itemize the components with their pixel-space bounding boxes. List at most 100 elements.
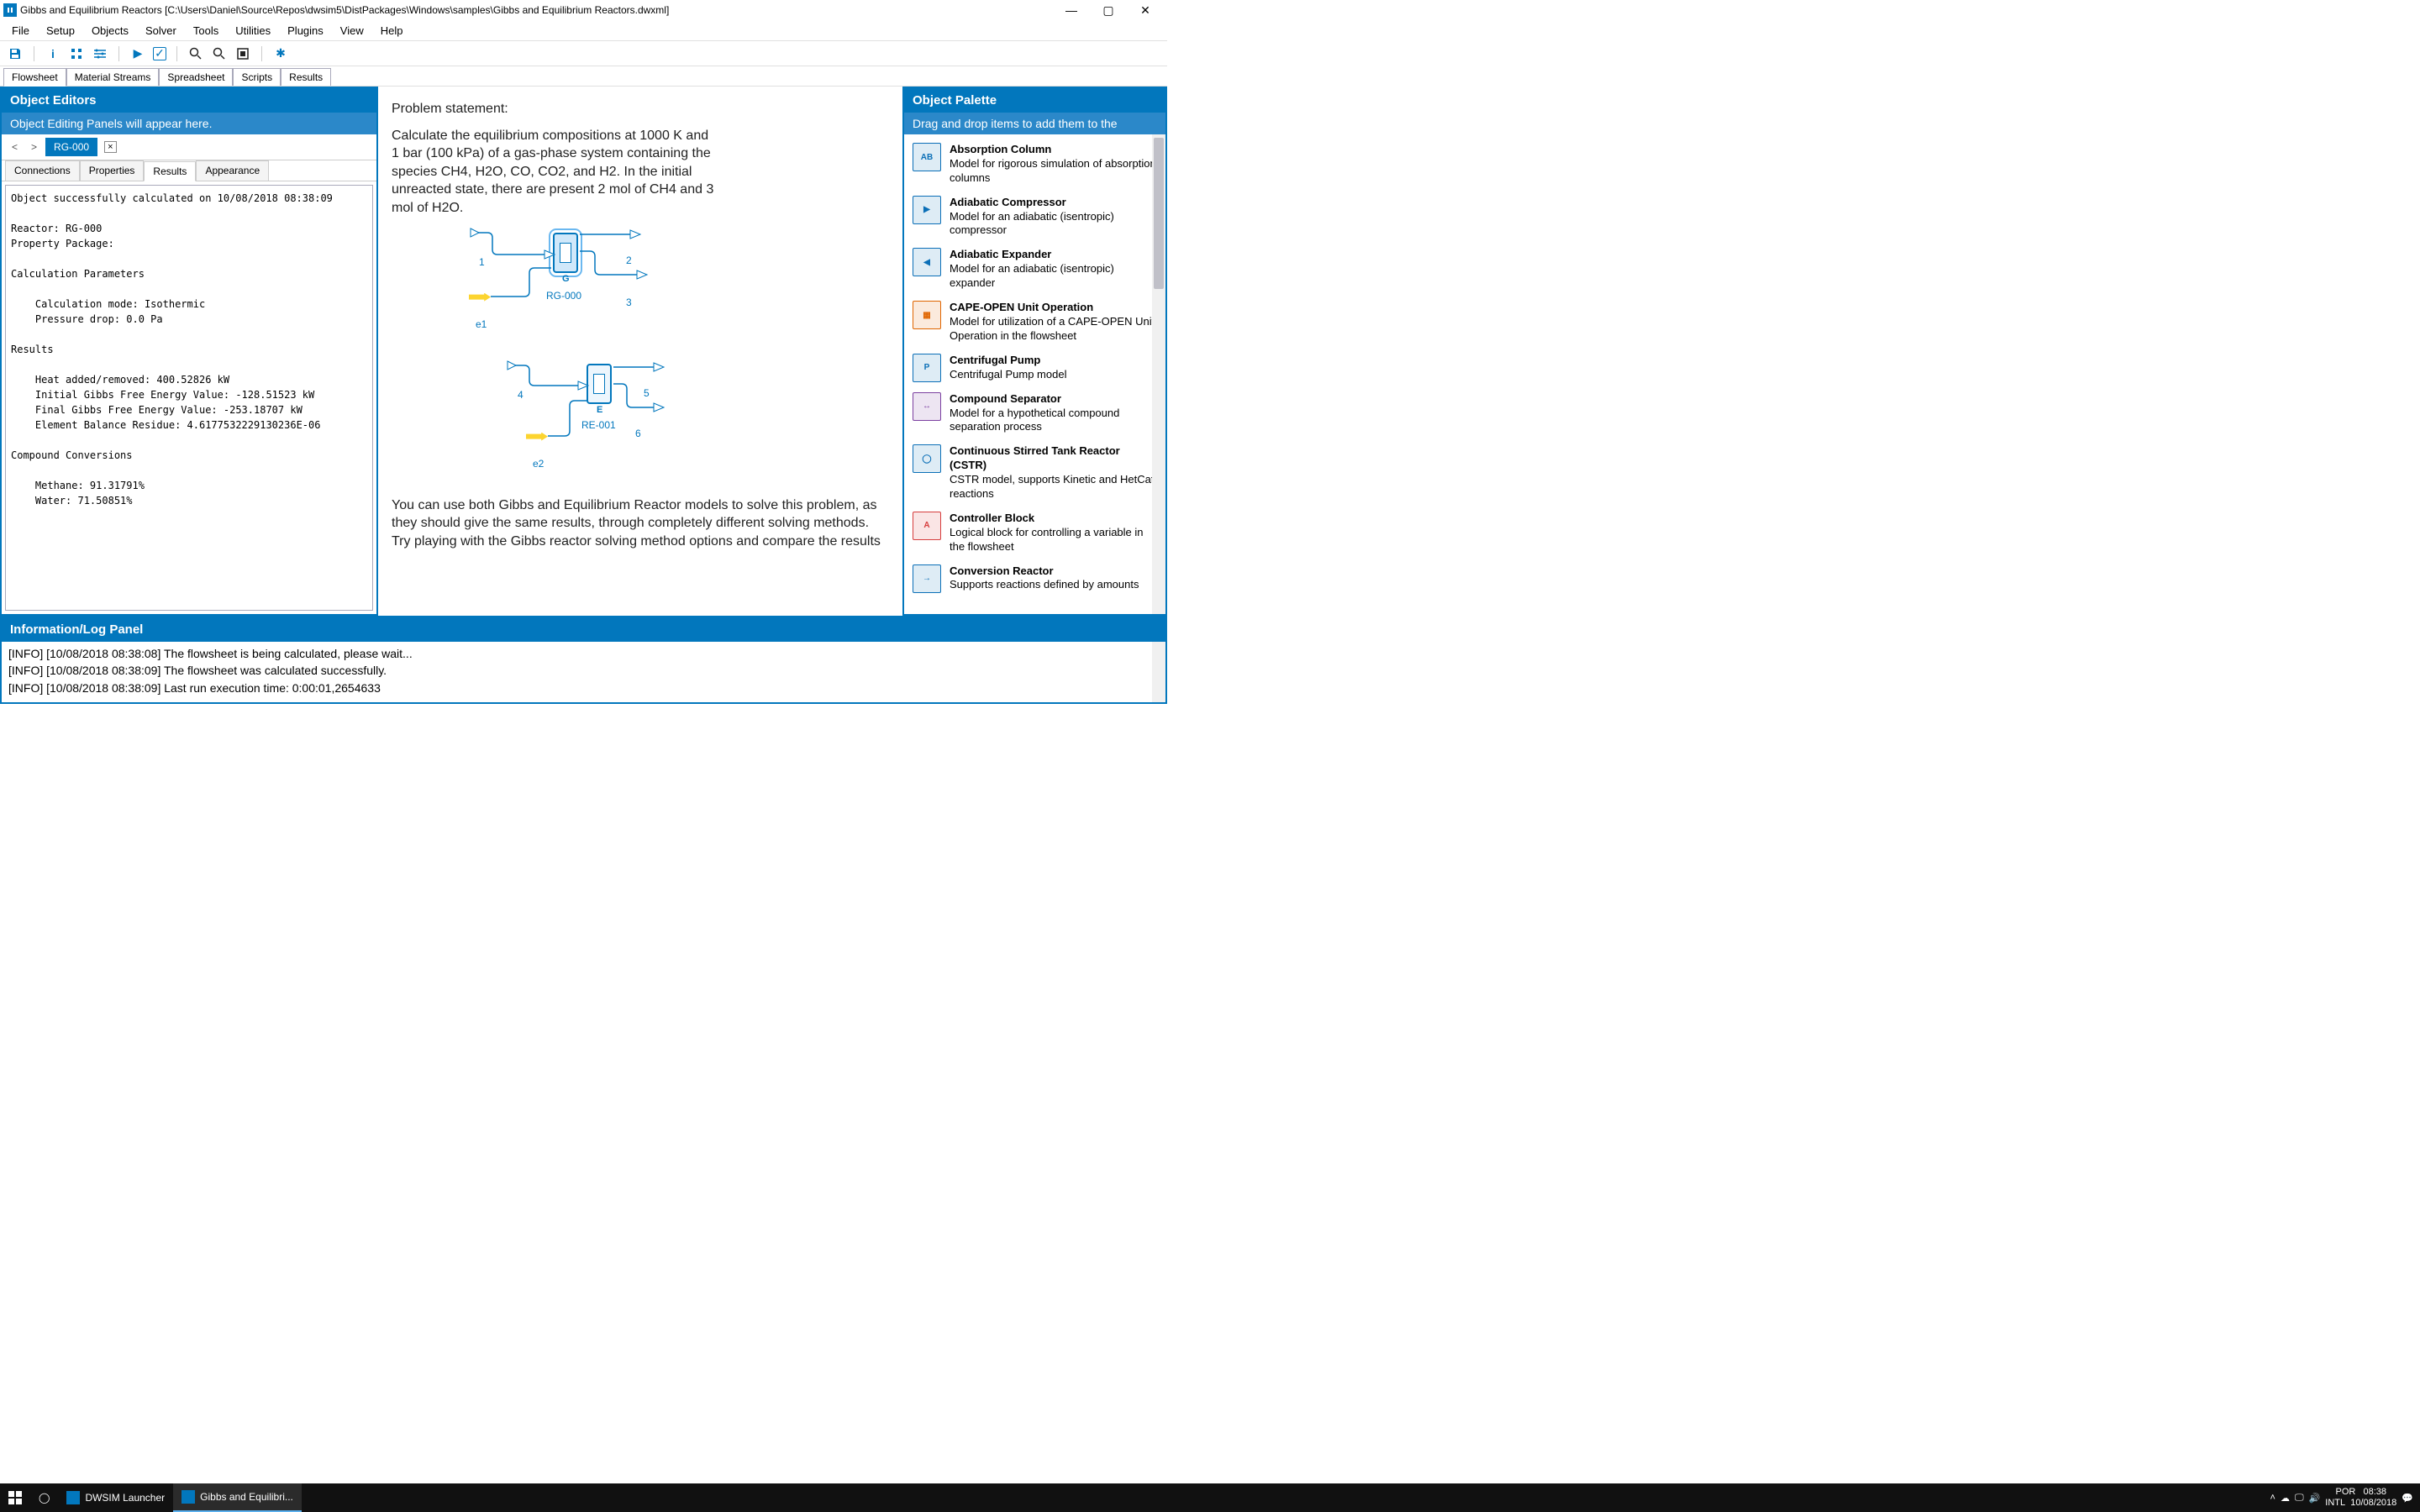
energy-stream-e1[interactable] — [469, 293, 491, 302]
tray-display-icon[interactable]: 🖵 — [2295, 1493, 2304, 1504]
start-button[interactable] — [0, 1483, 30, 1512]
editor-header: Object Editors — [2, 88, 376, 113]
palette-item[interactable]: ◀ Adiabatic ExpanderModel for an adiabat… — [906, 243, 1164, 296]
palette-item[interactable]: → Conversion ReactorSupports reactions d… — [906, 559, 1164, 598]
menu-tools[interactable]: Tools — [185, 22, 227, 39]
cortana-button[interactable]: ◯ — [30, 1483, 58, 1512]
palette-item-title: Conversion Reactor — [950, 564, 1157, 579]
log-panel: Information/Log Panel [INFO] [10/08/2018… — [0, 616, 1167, 704]
problem-title: Problem statement: — [392, 100, 889, 118]
palette-item-title: Continuous Stirred Tank Reactor (CSTR) — [950, 444, 1157, 473]
menu-solver[interactable]: Solver — [137, 22, 185, 39]
log-body: [INFO] [10/08/2018 08:38:08] The flowshe… — [2, 642, 1165, 702]
palette-item-icon: ◀ — [913, 248, 941, 276]
palette-item-desc: Model for a hypothetical compound separa… — [950, 407, 1157, 435]
fit-icon[interactable] — [234, 45, 251, 62]
tab-spreadsheet[interactable]: Spreadsheet — [159, 68, 233, 86]
palette-item[interactable]: AB Absorption ColumnModel for rigorous s… — [906, 138, 1164, 191]
menubar: File Setup Objects Solver Tools Utilitie… — [0, 21, 1167, 41]
palette-item[interactable]: ▦ CAPE-OPEN Unit OperationModel for util… — [906, 296, 1164, 349]
menu-view[interactable]: View — [332, 22, 372, 39]
subtab-properties[interactable]: Properties — [80, 160, 145, 181]
subtab-results[interactable]: Results — [144, 161, 196, 181]
stream-6-label: 6 — [635, 428, 641, 439]
nav-prev[interactable]: < — [7, 139, 23, 155]
menu-file[interactable]: File — [3, 22, 38, 39]
palette-item-desc: Model for an adiabatic (isentropic) comp… — [950, 210, 1157, 239]
save-icon[interactable] — [7, 45, 24, 62]
separator — [176, 46, 177, 61]
palette-item[interactable]: ▶ Adiabatic CompressorModel for an adiab… — [906, 191, 1164, 244]
palette-item-desc: Logical block for controlling a variable… — [950, 526, 1157, 554]
flowsheet-canvas[interactable]: Problem statement: Calculate the equilib… — [378, 87, 902, 616]
palette-item[interactable]: P Centrifugal PumpCentrifugal Pump model — [906, 349, 1164, 387]
snowflake-icon[interactable]: ✱ — [272, 45, 289, 62]
zoom-out-icon[interactable] — [211, 45, 228, 62]
palette-item[interactable]: A Controller BlockLogical block for cont… — [906, 507, 1164, 559]
palette-item-desc: Centrifugal Pump model — [950, 368, 1157, 382]
palette-item-title: CAPE-OPEN Unit Operation — [950, 301, 1157, 315]
tab-scripts[interactable]: Scripts — [233, 68, 281, 86]
scrollbar-thumb[interactable] — [1154, 138, 1164, 289]
nav-next[interactable]: > — [26, 139, 42, 155]
tray-volume-icon[interactable]: 🔊 — [2309, 1493, 2321, 1504]
object-editors-panel: Object Editors Object Editing Panels wil… — [0, 87, 378, 616]
object-palette-panel: Object Palette Drag and drop items to ad… — [902, 87, 1167, 616]
tray-onedrive-icon[interactable]: ☁ — [2281, 1493, 2290, 1504]
scrollbar[interactable] — [1152, 134, 1165, 614]
close-button[interactable]: ✕ — [1127, 0, 1164, 20]
energy-stream-e2[interactable] — [526, 433, 548, 441]
tab-flowsheet[interactable]: Flowsheet — [3, 68, 66, 87]
menu-help[interactable]: Help — [372, 22, 412, 39]
palette-item-title: Centrifugal Pump — [950, 354, 1157, 368]
tray-lang-time[interactable]: POR 08:38 INTL 10/08/2018 — [2325, 1487, 2396, 1508]
palette-item[interactable]: ↔ Compound SeparatorModel for a hypothet… — [906, 387, 1164, 440]
stream-1-label: 1 — [479, 256, 485, 268]
palette-item-desc: Supports reactions defined by amounts — [950, 578, 1157, 592]
tray-date: 10/08/2018 — [2350, 1498, 2396, 1508]
separator — [118, 46, 119, 61]
settings-icon[interactable] — [92, 45, 108, 62]
tab-material-streams[interactable]: Material Streams — [66, 68, 160, 86]
stream-4-label: 4 — [518, 389, 523, 401]
menu-plugins[interactable]: Plugins — [279, 22, 332, 39]
taskbar-app-label: Gibbs and Equilibri... — [200, 1491, 293, 1503]
taskbar-app-launcher[interactable]: DWSIM Launcher — [58, 1483, 173, 1512]
zoom-in-icon[interactable] — [187, 45, 204, 62]
palette-item-desc: CSTR model, supports Kinetic and HetCat … — [950, 473, 1157, 501]
subtab-appearance[interactable]: Appearance — [196, 160, 269, 181]
scrollbar[interactable] — [1152, 642, 1165, 702]
palette-item-title: Adiabatic Expander — [950, 248, 1157, 262]
problem-body: Calculate the equilibrium compositions a… — [392, 127, 719, 218]
palette-item-title: Adiabatic Compressor — [950, 196, 1157, 210]
taskbar-app-label: DWSIM Launcher — [85, 1492, 165, 1504]
object-tab[interactable]: RG-000 — [45, 138, 97, 156]
palette-item-title: Controller Block — [950, 512, 1157, 526]
subtab-connections[interactable]: Connections — [5, 160, 80, 181]
minimize-button[interactable]: — — [1053, 0, 1090, 20]
play-icon[interactable]: ▶ — [129, 45, 146, 62]
maximize-button[interactable]: ▢ — [1090, 0, 1127, 20]
palette-item-title: Compound Separator — [950, 392, 1157, 407]
palette-item-icon: AB — [913, 143, 941, 171]
stream-3-label: 3 — [626, 297, 632, 308]
energy-e2-label: e2 — [533, 458, 544, 470]
reactor-letter: G — [562, 274, 570, 284]
reactor-re001[interactable] — [587, 364, 612, 404]
reactor-rg000[interactable] — [553, 233, 578, 273]
palette-item[interactable]: ◯ Continuous Stirred Tank Reactor (CSTR)… — [906, 439, 1164, 507]
info-icon[interactable]: i — [45, 45, 61, 62]
grid-icon[interactable] — [68, 45, 85, 62]
menu-utilities[interactable]: Utilities — [227, 22, 279, 39]
menu-setup[interactable]: Setup — [38, 22, 83, 39]
taskbar-app-dwsim[interactable]: Gibbs and Equilibri... — [173, 1483, 302, 1512]
menu-objects[interactable]: Objects — [83, 22, 137, 39]
tray-notifications-icon[interactable]: 💬 — [2402, 1493, 2413, 1504]
tray-chevron-icon[interactable]: ˄ — [2270, 1493, 2275, 1503]
palette-item-icon: A — [913, 512, 941, 540]
close-icon[interactable]: × — [104, 141, 116, 153]
tab-results[interactable]: Results — [281, 68, 331, 86]
check-icon[interactable]: ✓ — [153, 47, 166, 60]
app-icon — [3, 3, 17, 17]
palette-list[interactable]: AB Absorption ColumnModel for rigorous s… — [904, 134, 1165, 614]
